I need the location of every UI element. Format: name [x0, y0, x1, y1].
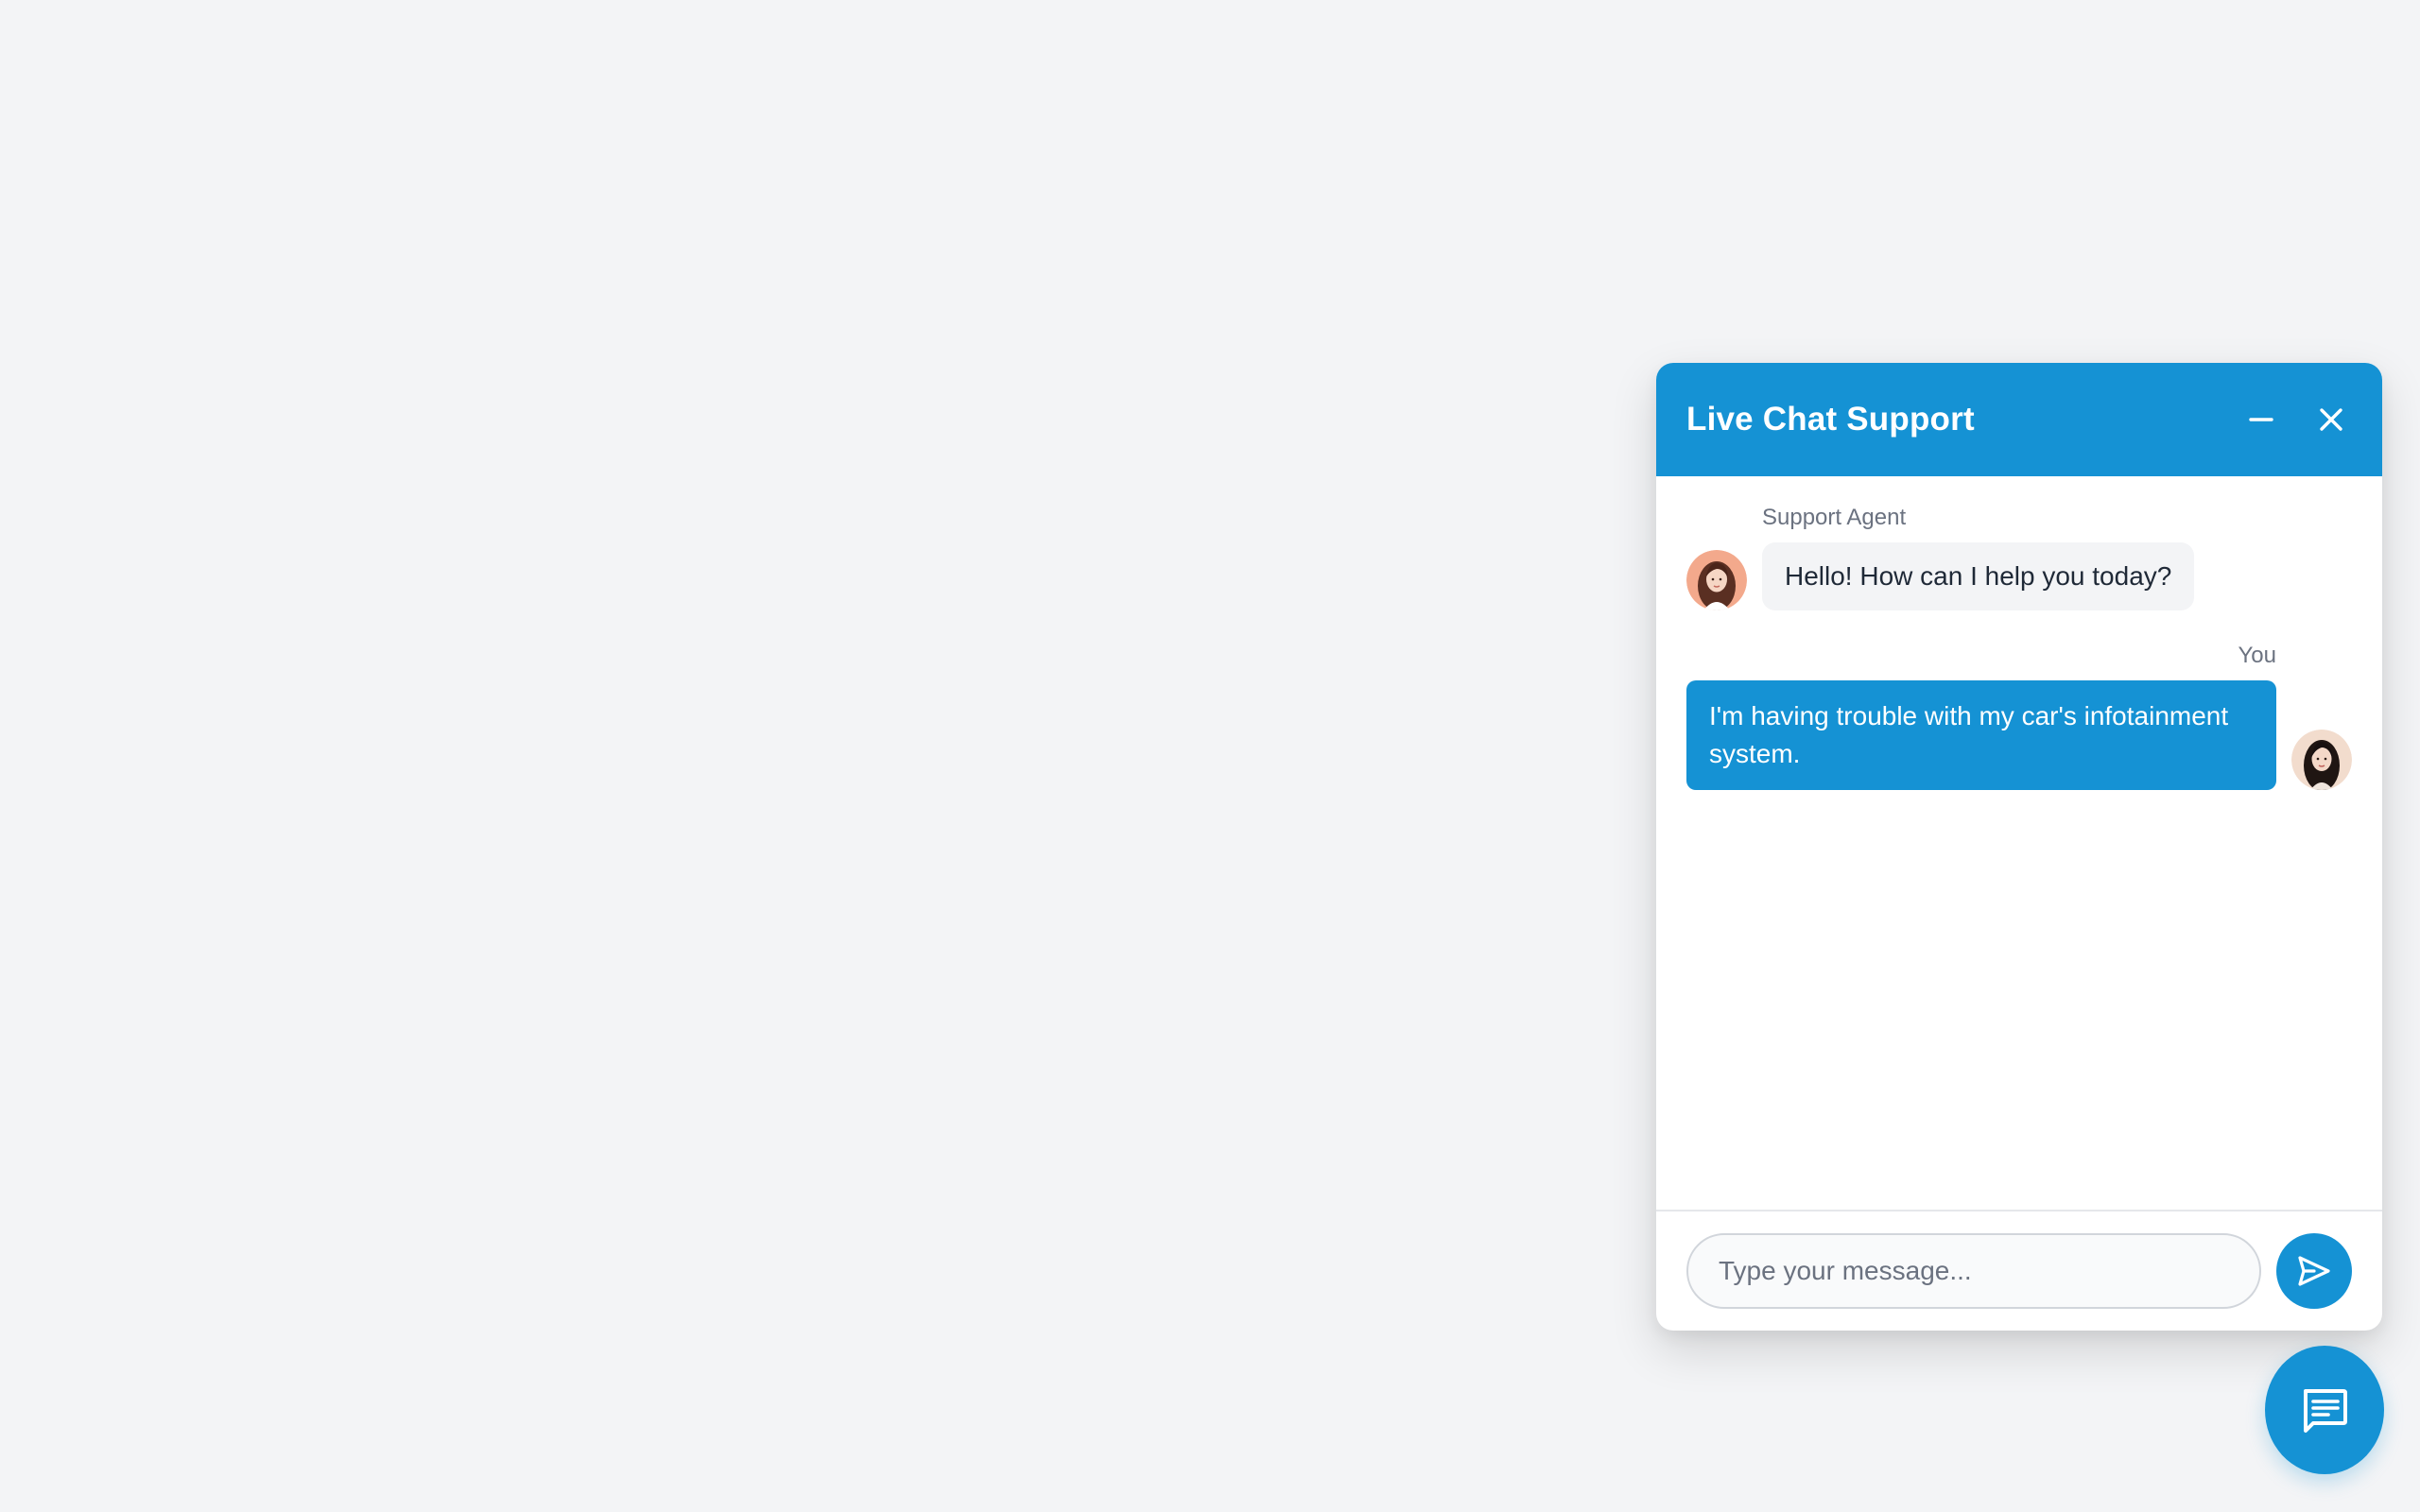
close-button[interactable]: [2310, 399, 2352, 440]
close-icon: [2320, 408, 2342, 431]
agent-message-content: Support Agent Hello! How can I help you …: [1762, 505, 2195, 610]
user-message: You I'm having trouble with my car's inf…: [1686, 643, 2352, 790]
user-avatar: [2291, 730, 2352, 790]
chat-title: Live Chat Support: [1686, 401, 1975, 438]
header-actions: [2240, 399, 2352, 440]
agent-sender-name: Support Agent: [1762, 505, 1907, 530]
agent-avatar: [1686, 550, 1747, 610]
chat-header: Live Chat Support: [1656, 363, 2382, 476]
message-list[interactable]: Support Agent Hello! How can I help you …: [1656, 476, 2382, 1210]
user-message-content: You I'm having trouble with my car's inf…: [1686, 643, 2276, 790]
chat-window: Live Chat Support Support Agent Hello! H…: [1656, 363, 2382, 1331]
agent-message-bubble: Hello! How can I help you today?: [1762, 542, 2195, 610]
chat-footer: [1656, 1210, 2382, 1331]
chat-launcher-button[interactable]: [2265, 1346, 2384, 1474]
chat-bubble-icon: [2304, 1389, 2347, 1433]
minus-icon: [2249, 418, 2273, 421]
message-input[interactable]: [1686, 1233, 2261, 1309]
user-message-bubble: I'm having trouble with my car's infotai…: [1686, 680, 2276, 790]
minimize-button[interactable]: [2240, 399, 2282, 440]
user-sender-name: You: [2238, 643, 2277, 668]
send-icon: [2298, 1256, 2330, 1286]
agent-message: Support Agent Hello! How can I help you …: [1686, 505, 2352, 610]
send-button[interactable]: [2276, 1233, 2352, 1309]
